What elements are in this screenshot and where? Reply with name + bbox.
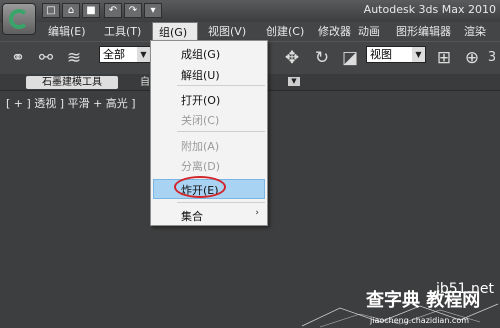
pivot-center-icon[interactable]: ⊞ (432, 46, 456, 70)
menu-divider (177, 202, 265, 203)
redo-icon[interactable]: ↷ (124, 3, 142, 18)
ribbon-expand-icon[interactable]: ▼ (288, 77, 300, 86)
snap-number: 3 (487, 50, 497, 65)
new-file-icon[interactable]: □ (42, 3, 60, 18)
app-logo-icon (9, 9, 29, 29)
ribbon-tab-freeform[interactable]: 自 (140, 76, 150, 89)
menu-item-ungroup[interactable]: 解组(U) (181, 67, 220, 83)
menu-create[interactable]: 创建(C) (266, 22, 304, 41)
open-file-icon[interactable]: ⌂ (62, 3, 80, 18)
ribbon-tab-graphite[interactable]: 石墨建模工具 (26, 76, 118, 89)
unlink-icon[interactable]: ⚯ (34, 46, 58, 70)
menu-item-assembly[interactable]: 集合 (181, 208, 203, 224)
window-title: Autodesk 3ds Max 2010 (363, 3, 496, 16)
menu-item-close: 关闭(C) (181, 114, 220, 127)
bind-space-warp-icon[interactable]: ≋ (62, 46, 86, 70)
watermark-text: 查字典 教程网 (366, 290, 481, 311)
chevron-right-icon: › (255, 208, 259, 218)
menu-rendering[interactable]: 渲染(R) (464, 22, 500, 57)
reference-coordinate-dropdown[interactable]: 视图 ▼ (366, 46, 426, 63)
menu-item-open[interactable]: 打开(O) (181, 92, 220, 108)
viewport-label[interactable]: [ + ] 透视 ] 平滑 + 高光 ] (6, 95, 136, 111)
menu-modifiers[interactable]: 修改器 (318, 22, 351, 41)
chevron-down-icon: ▼ (412, 47, 425, 62)
menu-animation[interactable]: 动画 (358, 22, 380, 41)
menu-group[interactable]: 组(G) (152, 22, 198, 41)
undo-icon[interactable]: ↶ (104, 3, 122, 18)
selection-filter-value: 全部 (103, 48, 125, 61)
select-rotate-icon[interactable]: ↻ (310, 46, 334, 70)
select-scale-icon[interactable]: ◪ (338, 46, 362, 70)
annotation-circle (174, 176, 226, 198)
quick-access-more-icon[interactable]: ▾ (144, 3, 162, 18)
selection-filter-dropdown[interactable]: 全部 ▼ (99, 46, 151, 63)
chevron-down-icon: ▼ (137, 47, 150, 62)
menu-item-attach: 附加(A) (181, 140, 220, 153)
menu-divider (177, 85, 265, 86)
menu-divider (177, 131, 265, 132)
select-move-icon[interactable]: ✥ (280, 46, 304, 70)
menu-edit[interactable]: 编辑(E) (48, 22, 86, 41)
title-bar: □ ⌂ ■ ↶ ↷ ▾ Autodesk 3ds Max 2010 (0, 0, 500, 22)
watermark-url: jiaocheng.chazidian.com (370, 316, 470, 325)
app-menu-button[interactable] (2, 3, 36, 35)
group-menu-dropdown: 成组(G) 解组(U) 打开(O) 关闭(C) 附加(A) 分离(D) 炸开(E… (150, 40, 268, 226)
save-file-icon[interactable]: ■ (82, 3, 100, 18)
menu-bar: 编辑(E) 工具(T) 组(G) 视图(V) 创建(C) 修改器 动画 图形编辑… (36, 22, 500, 57)
snap-toggle-icon[interactable]: 3 (480, 46, 500, 70)
coordinate-system-value: 视图 (370, 48, 392, 61)
menu-item-detach: 分离(D) (181, 160, 221, 173)
select-link-icon[interactable]: ⚭ (6, 46, 30, 70)
menu-tools[interactable]: 工具(T) (104, 22, 141, 41)
menu-item-group[interactable]: 成组(G) (181, 46, 220, 62)
menu-graph-editors[interactable]: 图形编辑器 (396, 22, 451, 41)
menu-views[interactable]: 视图(V) (208, 22, 246, 41)
